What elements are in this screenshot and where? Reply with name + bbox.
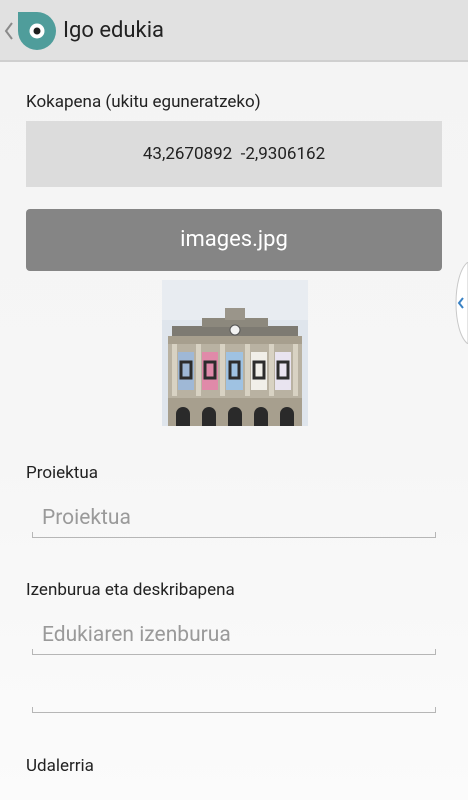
page-title: Igo edukia <box>63 18 165 43</box>
chevron-left-icon[interactable] <box>4 21 14 41</box>
content-title-underline <box>32 649 436 655</box>
description-input-underline <box>32 707 436 713</box>
location-label: Kokapena (ukitu eguneratzeko) <box>26 92 261 112</box>
image-select-button[interactable]: images.jpg <box>26 209 442 271</box>
project-label: Proiektua <box>26 463 98 483</box>
action-bar: Igo edukia <box>0 0 468 62</box>
municipality-label: Udalerria <box>26 756 94 776</box>
location-coordinates-button[interactable]: 43,2670892 -2,9306162 <box>26 121 442 187</box>
title-description-label: Izenburua eta deskribapena <box>26 580 235 600</box>
project-input-underline <box>32 532 436 538</box>
building-photo-thumbnail[interactable] <box>162 280 308 426</box>
drawer-handle[interactable] <box>448 262 468 344</box>
app-logo-icon[interactable] <box>16 10 58 52</box>
